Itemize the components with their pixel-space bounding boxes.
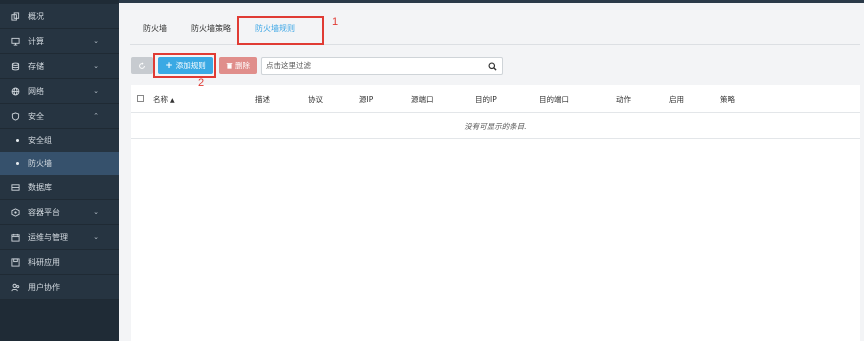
empty-table-row: 没有可显示的条目. (131, 113, 860, 139)
sidebar-item-network[interactable]: 网络 ⌄ (0, 79, 119, 104)
sidebar-item-label: 安全 (28, 111, 44, 121)
sidebar-item-storage[interactable]: 存储 ⌄ (0, 54, 119, 79)
filter-search-box[interactable] (261, 57, 503, 75)
column-header-dest-ip[interactable]: 目的IP (475, 94, 497, 105)
tab-firewall[interactable]: 防火墙 (130, 19, 179, 45)
bullet-icon (16, 162, 19, 165)
copy-icon (10, 11, 20, 21)
sidebar-item-label: 用户协作 (28, 282, 60, 292)
sidebar-item-security[interactable]: 安全 ⌃ (0, 104, 119, 129)
sidebar-item-user-collab[interactable]: 用户协作 (0, 275, 119, 300)
refresh-button[interactable] (131, 57, 153, 74)
network-icon (10, 86, 20, 96)
sidebar-item-label: 存储 (28, 61, 44, 71)
column-header-action[interactable]: 动作 (616, 94, 631, 105)
sidebar-subitem-firewall[interactable]: 防火墙 (0, 152, 119, 175)
sidebar-item-label: 计算 (28, 36, 44, 46)
column-header-name[interactable]: 名称 ▲ (153, 94, 175, 105)
sidebar-item-label: 概况 (28, 11, 44, 21)
sidebar-item-database[interactable]: 数据库 (0, 175, 119, 200)
sidebar-subitem-label: 安全组 (28, 136, 52, 145)
trash-icon (226, 63, 233, 69)
empty-message: 没有可显示的条目. (464, 122, 527, 131)
column-header-source-ip[interactable]: 源IP (359, 94, 373, 105)
chevron-down-icon: ⌄ (93, 62, 99, 70)
chevron-down-icon: ⌄ (93, 87, 99, 95)
sidebar-subitem-security-group[interactable]: 安全组 (0, 129, 119, 152)
users-icon (10, 282, 20, 292)
sidebar-footer (0, 300, 119, 341)
calendar-icon (10, 232, 20, 242)
chevron-down-icon: ⌄ (93, 233, 99, 241)
annotation-box-1 (237, 16, 324, 45)
column-header-policy[interactable]: 策略 (720, 94, 735, 105)
sidebar-item-compute[interactable]: 计算 ⌄ (0, 29, 119, 54)
column-header-dest-port[interactable]: 目的端口 (539, 94, 569, 105)
column-header-protocol[interactable]: 协议 (308, 94, 323, 105)
sidebar-item-container-platform[interactable]: 容器平台 ⌄ (0, 200, 119, 225)
delete-button[interactable]: 删除 (219, 57, 257, 74)
monitor-icon (10, 36, 20, 46)
sidebar-item-research-apps[interactable]: 科研应用 (0, 250, 119, 275)
sidebar-item-label: 容器平台 (28, 207, 60, 217)
save-icon (10, 257, 20, 267)
column-header-source-port[interactable]: 源端口 (411, 94, 434, 105)
tab-firewall-policy[interactable]: 防火墙策略 (179, 19, 243, 45)
chevron-up-icon: ⌃ (93, 112, 99, 120)
container-icon (10, 207, 20, 217)
search-icon[interactable] (488, 62, 497, 71)
rules-table: 名称 ▲ 描述 协议 源IP 源端口 目的IP 目的端口 动作 启用 策略 没有可… (131, 85, 860, 341)
sidebar-item-overview[interactable]: 概况 (0, 4, 119, 29)
sidebar-subitem-label: 防火墙 (28, 159, 52, 168)
refresh-icon (139, 61, 145, 69)
annotation-box-2 (153, 53, 216, 78)
sidebar: 概况 计算 ⌄ 存储 ⌄ 网络 ⌄ 安全 ⌃ 安全组 防火墙 数据库 容器平台 … (0, 0, 119, 341)
table-header: 名称 ▲ 描述 协议 源IP 源端口 目的IP 目的端口 动作 启用 策略 (131, 85, 860, 113)
main-content: 防火墙 防火墙策略 防火墙规则 + 添加规则 删除 名称▲ 描述 协议 源IP … (119, 0, 864, 341)
annotation-label-1: 1 (332, 16, 339, 28)
sidebar-item-label: 科研应用 (28, 257, 60, 267)
chevron-down-icon: ⌄ (93, 208, 99, 216)
sidebar-item-label: 网络 (28, 86, 44, 96)
bullet-icon (16, 139, 19, 142)
shield-icon (10, 111, 20, 121)
sidebar-item-label: 数据库 (28, 182, 52, 192)
annotation-label-2: 2 (198, 77, 205, 89)
database-icon (10, 61, 20, 71)
column-header-enabled[interactable]: 启用 (669, 94, 684, 105)
column-header-description[interactable]: 描述 (255, 94, 270, 105)
sidebar-item-ops-management[interactable]: 运维与管理 ⌄ (0, 225, 119, 250)
sidebar-item-label: 运维与管理 (28, 232, 68, 242)
select-all-checkbox[interactable] (137, 95, 144, 102)
server-icon (10, 182, 20, 192)
sort-asc-icon: ▲ (170, 97, 175, 104)
top-strip (119, 0, 864, 3)
filter-input[interactable] (266, 61, 481, 70)
chevron-down-icon: ⌄ (93, 37, 99, 45)
delete-label: 删除 (235, 61, 250, 70)
